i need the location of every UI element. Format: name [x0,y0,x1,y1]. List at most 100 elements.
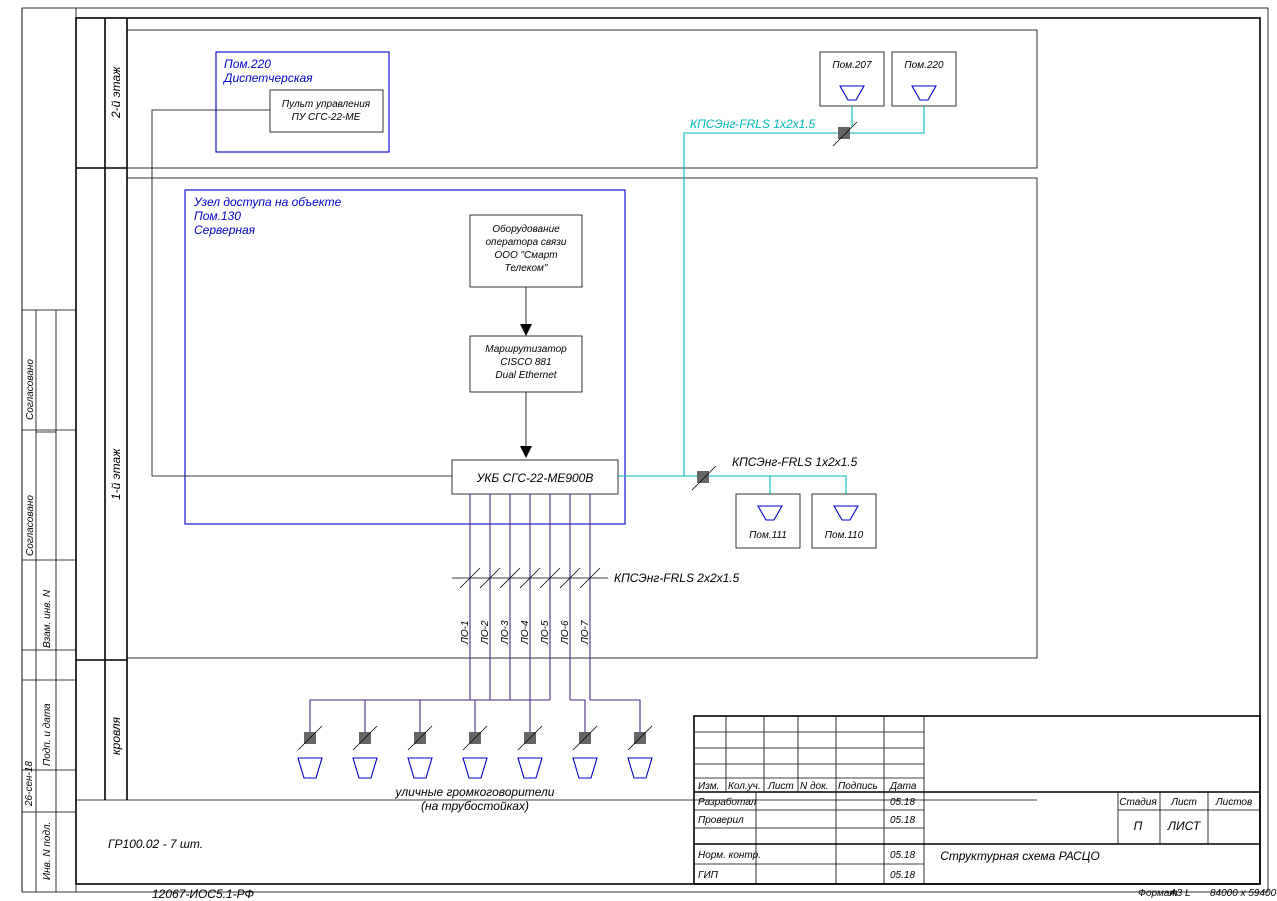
outdoor-speaker [628,726,652,778]
sidebar-label: Взам. инв. N [42,589,53,648]
svg-text:ЛО-4: ЛО-4 [520,620,531,645]
svg-text:ООО "Смарт: ООО "Смарт [494,250,557,261]
speaker-icon [758,506,782,520]
svg-text:Пом.220: Пом.220 [904,60,944,71]
svg-text:Пом.111: Пом.111 [749,530,787,541]
cable-label-bottom: КПСЭнг-FRLS 2x2x1.5 [614,571,740,585]
svg-text:ЛО-2: ЛО-2 [480,620,491,645]
speaker-icon [840,86,864,100]
svg-text:N док.: N док. [800,781,829,792]
speaker-icon [834,506,858,520]
sidebar-date: 26-сен-18 [24,761,35,807]
arrow-icon [520,324,532,336]
svg-text:Изм.: Изм. [698,781,719,792]
outdoor-speaker [573,726,597,778]
lo-lines: КПСЭнг-FRLS 2x2x1.5 ЛО-1 ЛО-2 ЛО-3 ЛО-4 … [452,494,740,700]
floor-1-label: 1-й этаж [109,448,123,500]
svg-text:05.18: 05.18 [890,815,915,826]
format-dims: 84000 x 59400 [1210,888,1277,899]
cyan-network: Пом.111 Пом.110 КПСЭнг-FRLS 1x2x1.5 [618,106,924,548]
arrow-icon [520,446,532,458]
svg-text:05.18: 05.18 [890,797,915,808]
loudspeakers-note-2: (на трубостойках) [421,799,529,813]
svg-text:П: П [1134,819,1143,833]
svg-text:оператора связи: оператора связи [486,237,567,248]
svg-text:ПУ СГС-22-МЕ: ПУ СГС-22-МЕ [292,112,361,123]
loudspeakers-note-1: уличные громкоговорители [395,785,555,799]
floor-roof-label: кровля [109,716,123,755]
box-operator: Оборудование оператора связи ООО "Смарт … [470,215,582,287]
svg-text:Узел доступа на объекте: Узел доступа на объекте [193,195,342,209]
sidebar-label: Инв. N подл. [42,822,53,880]
svg-text:Пом.207: Пом.207 [832,60,872,71]
svg-text:Dual Ethernet: Dual Ethernet [495,370,557,381]
svg-text:Дата: Дата [889,781,917,792]
box-router: Маршрутизатор CISCO 881 Dual Ethernet [470,336,582,392]
svg-text:Стадия: Стадия [1119,797,1157,808]
svg-text:ГИП: ГИП [698,870,719,881]
svg-text:ЛО-7: ЛО-7 [580,620,591,645]
svg-text:Подпись: Подпись [838,781,878,792]
format-value: A3 L [1169,888,1191,899]
link-control-ukb [152,110,452,476]
drawing-canvas: Согласовано Согласовано Взам. инв. N Под… [0,0,1277,901]
svg-text:Лист: Лист [1170,797,1197,808]
inner-border [76,18,1260,884]
zone-dispatch-room: Пом.220 [224,57,271,71]
box-ukb: УКБ СГС-22-МЕ900В [452,460,618,494]
box-control-panel [270,90,383,132]
svg-text:Пом.110: Пом.110 [825,530,864,541]
svg-text:Разработал: Разработал [698,796,757,808]
svg-text:05.18: 05.18 [890,870,915,881]
svg-text:Проверил: Проверил [698,815,744,826]
svg-text:ЛИСТ: ЛИСТ [1167,819,1202,833]
svg-text:Лист: Лист [767,781,794,792]
roof-speakers: уличные громкоговорители (на трубостойка… [298,700,652,813]
zone-dispatch-name: Диспетчерская [222,71,313,85]
speaker-box: Пом.111 [736,494,800,548]
svg-text:Норм. контр.: Норм. контр. [698,850,761,861]
svg-text:Кол.уч.: Кол.уч. [728,781,761,792]
speakers-floor2: Пом.207 Пом.220 КПСЭнг-FRLS 1x2x1.5 [690,52,956,131]
svg-text:Маршрутизатор: Маршрутизатор [485,344,567,355]
svg-text:ЛО-5: ЛО-5 [540,620,551,645]
svg-text:Телеком": Телеком" [505,263,548,274]
outdoor-speaker [408,726,432,778]
note-left: ГР100.02 - 7 шт. [108,837,203,851]
svg-text:УКБ СГС-22-МЕ900В: УКБ СГС-22-МЕ900В [476,471,594,485]
svg-text:ЛО-3: ЛО-3 [500,620,511,645]
outdoor-speaker [353,726,377,778]
zone-dispatch: Пом.220 Диспетчерская Пульт управления П… [216,52,389,152]
floor-2-label: 2-й этаж [109,66,123,119]
svg-text:Пом.130: Пом.130 [194,209,241,223]
outdoor-speaker [298,726,322,778]
sidebar-label: Согласовано [25,495,36,556]
svg-text:ЛО-6: ЛО-6 [560,620,571,645]
outdoor-speaker [518,726,542,778]
cable-label-top: КПСЭнг-FRLS 1x2x1.5 [690,117,816,131]
svg-text:Листов: Листов [1215,797,1252,808]
speaker-box: Пом.110 [812,494,876,548]
speaker-icon [912,86,936,100]
floor-column: 2-й этаж 1-й этаж кровля [76,18,1037,800]
speaker-box: Пом.220 [892,52,956,106]
outdoor-speaker [463,726,487,778]
horn-icon [298,758,322,778]
svg-text:Серверная: Серверная [194,223,256,237]
cable-label-mid: КПСЭнг-FRLS 1x2x1.5 [732,455,858,469]
drawing-title: Структурная схема РАСЦО [940,849,1100,863]
sidebar-label: Согласовано [25,359,36,420]
speaker-box: Пом.207 [820,52,884,106]
junction-icon [697,471,709,483]
sidebar-strip: Согласовано Согласовано Взам. инв. N Под… [22,8,76,892]
svg-text:Оборудование: Оборудование [492,223,560,235]
svg-text:CISCO 881: CISCO 881 [500,357,551,368]
svg-text:Пульт управления: Пульт управления [282,99,371,110]
junction-icon [838,127,850,139]
outer-border [22,8,1268,892]
svg-text:05.18: 05.18 [890,850,915,861]
svg-text:ЛО-1: ЛО-1 [460,620,471,645]
sidebar-label: Подп. и дата [42,703,53,766]
zone-access: Узел доступа на объекте Пом.130 Серверна… [185,190,625,524]
doc-number: 12067-ИОС5.1-РФ [152,887,254,901]
